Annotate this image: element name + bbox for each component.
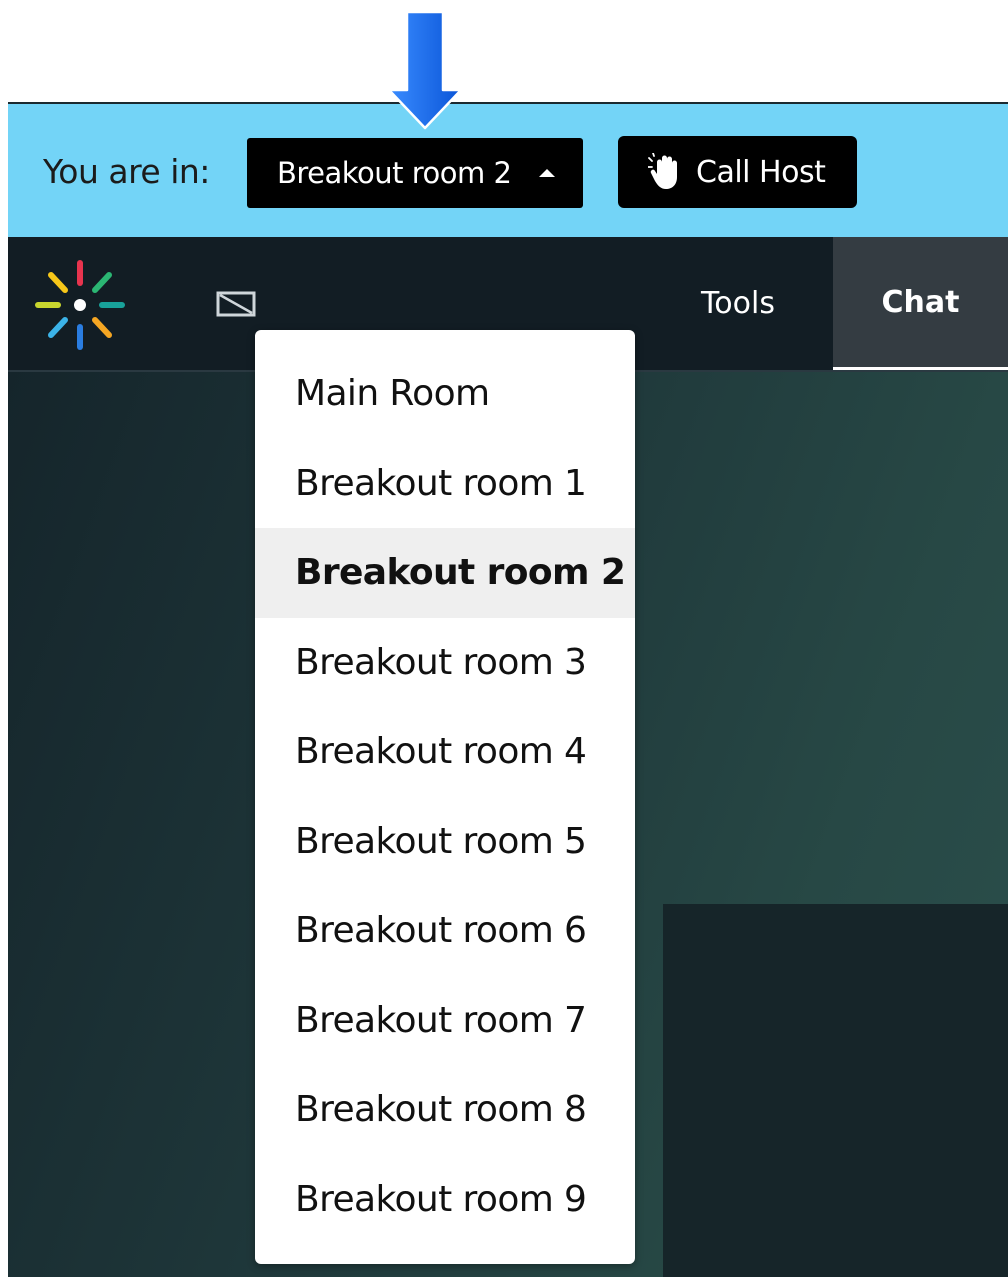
tab-chat[interactable]: Chat <box>833 237 1008 370</box>
page: You are in: Breakout room 2 Call Host To… <box>0 0 1008 1277</box>
room-option-breakout-9[interactable]: Breakout room 9 <box>255 1155 635 1245</box>
tab-tools[interactable]: Tools <box>668 237 808 370</box>
current-room-label: Breakout room 2 <box>277 156 512 190</box>
room-option-label: Breakout room 4 <box>295 731 587 773</box>
call-host-label: Call Host <box>696 154 826 190</box>
room-bar: You are in: Breakout room 2 Call Host <box>8 104 1008 237</box>
down-arrow-icon <box>387 10 463 130</box>
you-are-in-label: You are in: <box>43 152 210 191</box>
video-panel <box>663 904 1008 1277</box>
room-option-breakout-3[interactable]: Breakout room 3 <box>255 618 635 708</box>
app-window: You are in: Breakout room 2 Call Host To… <box>8 102 1008 1277</box>
room-option-label: Breakout room 5 <box>295 820 587 862</box>
room-option-label: Breakout room 8 <box>295 1089 587 1131</box>
room-option-breakout-4[interactable]: Breakout room 4 <box>255 707 635 797</box>
room-dropdown-menu: Main Room Breakout room 1 Breakout room … <box>255 330 635 1264</box>
sparkle-logo-icon <box>35 260 125 350</box>
room-option-label: Breakout room 2 <box>295 552 626 594</box>
caret-up-icon <box>539 169 555 177</box>
room-option-breakout-5[interactable]: Breakout room 5 <box>255 797 635 887</box>
tab-tools-label: Tools <box>701 286 775 321</box>
room-option-breakout-1[interactable]: Breakout room 1 <box>255 439 635 529</box>
room-option-label: Breakout room 9 <box>295 1178 587 1220</box>
room-option-breakout-2[interactable]: Breakout room 2 <box>255 528 635 618</box>
raised-hand-icon <box>648 153 677 189</box>
room-option-label: Breakout room 3 <box>295 641 587 683</box>
room-select-button[interactable]: Breakout room 2 <box>247 138 583 208</box>
room-option-breakout-7[interactable]: Breakout room 7 <box>255 976 635 1066</box>
room-option-breakout-6[interactable]: Breakout room 6 <box>255 886 635 976</box>
presentation-icon[interactable] <box>216 289 256 319</box>
room-option-label: Breakout room 1 <box>295 462 587 504</box>
room-option-breakout-8[interactable]: Breakout room 8 <box>255 1065 635 1155</box>
room-option-main-room[interactable]: Main Room <box>255 349 635 439</box>
room-option-label: Main Room <box>295 373 490 415</box>
tab-chat-label: Chat <box>881 284 960 320</box>
room-option-label: Breakout room 7 <box>295 999 587 1041</box>
call-host-button[interactable]: Call Host <box>618 136 857 208</box>
room-option-label: Breakout room 6 <box>295 910 587 952</box>
